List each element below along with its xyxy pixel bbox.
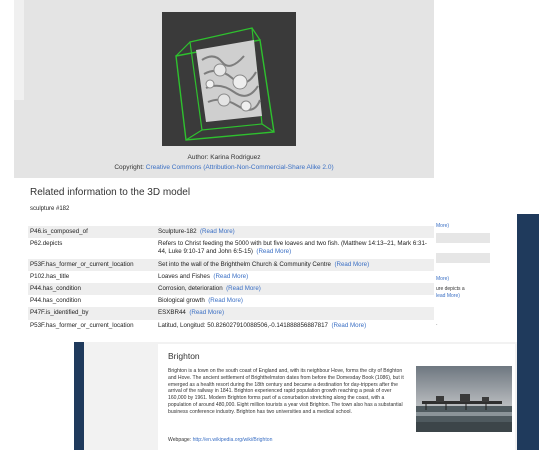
property-value: Biological growth bbox=[158, 297, 205, 305]
brighton-wikipedia-link[interactable]: http://en.wikipedia.org/wiki/Brighton bbox=[193, 437, 273, 443]
background-read-more-link[interactable]: More) bbox=[436, 276, 490, 282]
property-name: P53F.has_former_or_current_location bbox=[28, 258, 156, 271]
background-text: · bbox=[436, 322, 438, 328]
property-value-cell: Corrosion, deterioration (Read More) bbox=[156, 282, 434, 296]
property-value: Set into the wall of the Brighthelm Chur… bbox=[158, 260, 331, 268]
background-text: ure depicts a bbox=[436, 286, 465, 292]
3d-model-render bbox=[162, 12, 296, 146]
3d-model-viewer[interactable] bbox=[162, 12, 296, 146]
property-value: Refers to Christ feeding the 5000 with b… bbox=[158, 240, 427, 256]
property-name: P102.has_title bbox=[30, 272, 70, 280]
property-value-cell: Biological growth (Read More) bbox=[156, 295, 434, 307]
info-table-row: P46.is_composed_of Sculpture-182 (Read Mo… bbox=[28, 226, 434, 239]
related-info-table: P46.is_composed_of Sculpture-182 (Read Mo… bbox=[28, 226, 434, 332]
brighton-title: Brighton bbox=[168, 351, 200, 361]
model-copyright: Copyright: Creative Commons (Attribution… bbox=[14, 164, 434, 171]
brighton-pier-image bbox=[416, 366, 512, 432]
read-more-link[interactable]: (Read More) bbox=[213, 273, 248, 280]
read-more-link[interactable]: (Read More) bbox=[334, 261, 369, 268]
info-table-row: P102.has_title Loaves and Fishes (Read Mo… bbox=[28, 271, 434, 283]
read-more-link[interactable]: (Read More) bbox=[208, 297, 243, 304]
property-name: P53F.has_former_or_current_location bbox=[30, 321, 134, 329]
info-table-row: P44.has_condition Biological growth (Read… bbox=[28, 295, 434, 307]
read-more-link[interactable]: (Read More) bbox=[189, 309, 224, 316]
model-author: Author: Karina Rodriguez bbox=[187, 154, 261, 161]
copyright-label: Copyright: bbox=[114, 164, 144, 171]
property-name: P47F.is_identified_by bbox=[28, 307, 156, 320]
property-value-cell: Latitud, Longitud: 50.826027910088506,-0… bbox=[156, 320, 434, 332]
model-info-window: Author: Karina Rodriguez Copyright: Crea… bbox=[14, 0, 434, 340]
property-value: ESXBR44 bbox=[158, 309, 186, 317]
background-read-more-link[interactable]: More) bbox=[436, 223, 490, 229]
brighton-description: Brighton is a town on the south coast of… bbox=[168, 368, 404, 415]
property-value-cell: ESXBR44 (Read More) bbox=[156, 307, 434, 320]
related-info-heading: Related information to the 3D model bbox=[30, 187, 191, 198]
background-window-panel: More) More) ure depicts a lead More) · bbox=[436, 214, 490, 342]
copyright-license-link[interactable]: Creative Commons (Attribution-Non-Commer… bbox=[146, 164, 334, 171]
background-read-more-link[interactable]: lead More) bbox=[436, 293, 490, 299]
property-value-cell: Loaves and Fishes (Read More) bbox=[156, 271, 434, 283]
background-row bbox=[436, 233, 490, 243]
brighton-webpage: Webpage: http://en.wikipedia.org/wiki/Br… bbox=[168, 437, 272, 443]
info-table-row: P53F.has_former_or_current_location Latit… bbox=[28, 320, 434, 332]
property-name: P44.has_condition bbox=[28, 282, 156, 296]
related-info-subtitle: sculpture #182 bbox=[30, 206, 70, 212]
property-value-cell: Set into the wall of the Brighthelm Chur… bbox=[156, 258, 434, 271]
brighton-window: Brighton Brighton is a town on the south… bbox=[84, 342, 517, 450]
background-row bbox=[436, 253, 490, 263]
info-table-row: P47F.is_identified_by ESXBR44 (Read More) bbox=[28, 307, 434, 320]
info-table-row: P44.has_condition Corrosion, deterioratio… bbox=[28, 282, 434, 296]
read-more-link[interactable]: (Read More) bbox=[331, 322, 366, 329]
property-name: P62.depicts bbox=[30, 240, 63, 248]
info-table-row: P62.depicts Refers to Christ feeding the … bbox=[28, 238, 434, 258]
property-value: Loaves and Fishes bbox=[158, 272, 210, 280]
background-window-edge bbox=[517, 214, 539, 450]
window-edge bbox=[14, 0, 24, 100]
webpage-label: Webpage: bbox=[168, 437, 192, 443]
brighton-photo bbox=[416, 366, 512, 432]
property-name: P44.has_condition bbox=[30, 297, 81, 305]
read-more-link[interactable]: (Read More) bbox=[226, 285, 261, 292]
background-window-edge bbox=[74, 342, 84, 450]
property-value: Latitud, Longitud: 50.826027910088506,-0… bbox=[158, 321, 328, 329]
property-value-cell: Sculpture-182 (Read More) bbox=[156, 226, 434, 239]
read-more-link[interactable]: (Read More) bbox=[256, 248, 291, 255]
read-more-link[interactable]: (Read More) bbox=[200, 228, 235, 235]
info-table-row: P53F.has_former_or_current_location Set i… bbox=[28, 258, 434, 271]
property-value: Corrosion, deterioration bbox=[158, 284, 223, 292]
property-value: Sculpture-182 bbox=[158, 228, 197, 235]
property-value-cell: Refers to Christ feeding the 5000 with b… bbox=[156, 238, 434, 258]
property-name: P46.is_composed_of bbox=[28, 226, 156, 239]
brighton-card: Brighton Brighton is a town on the south… bbox=[158, 344, 515, 450]
